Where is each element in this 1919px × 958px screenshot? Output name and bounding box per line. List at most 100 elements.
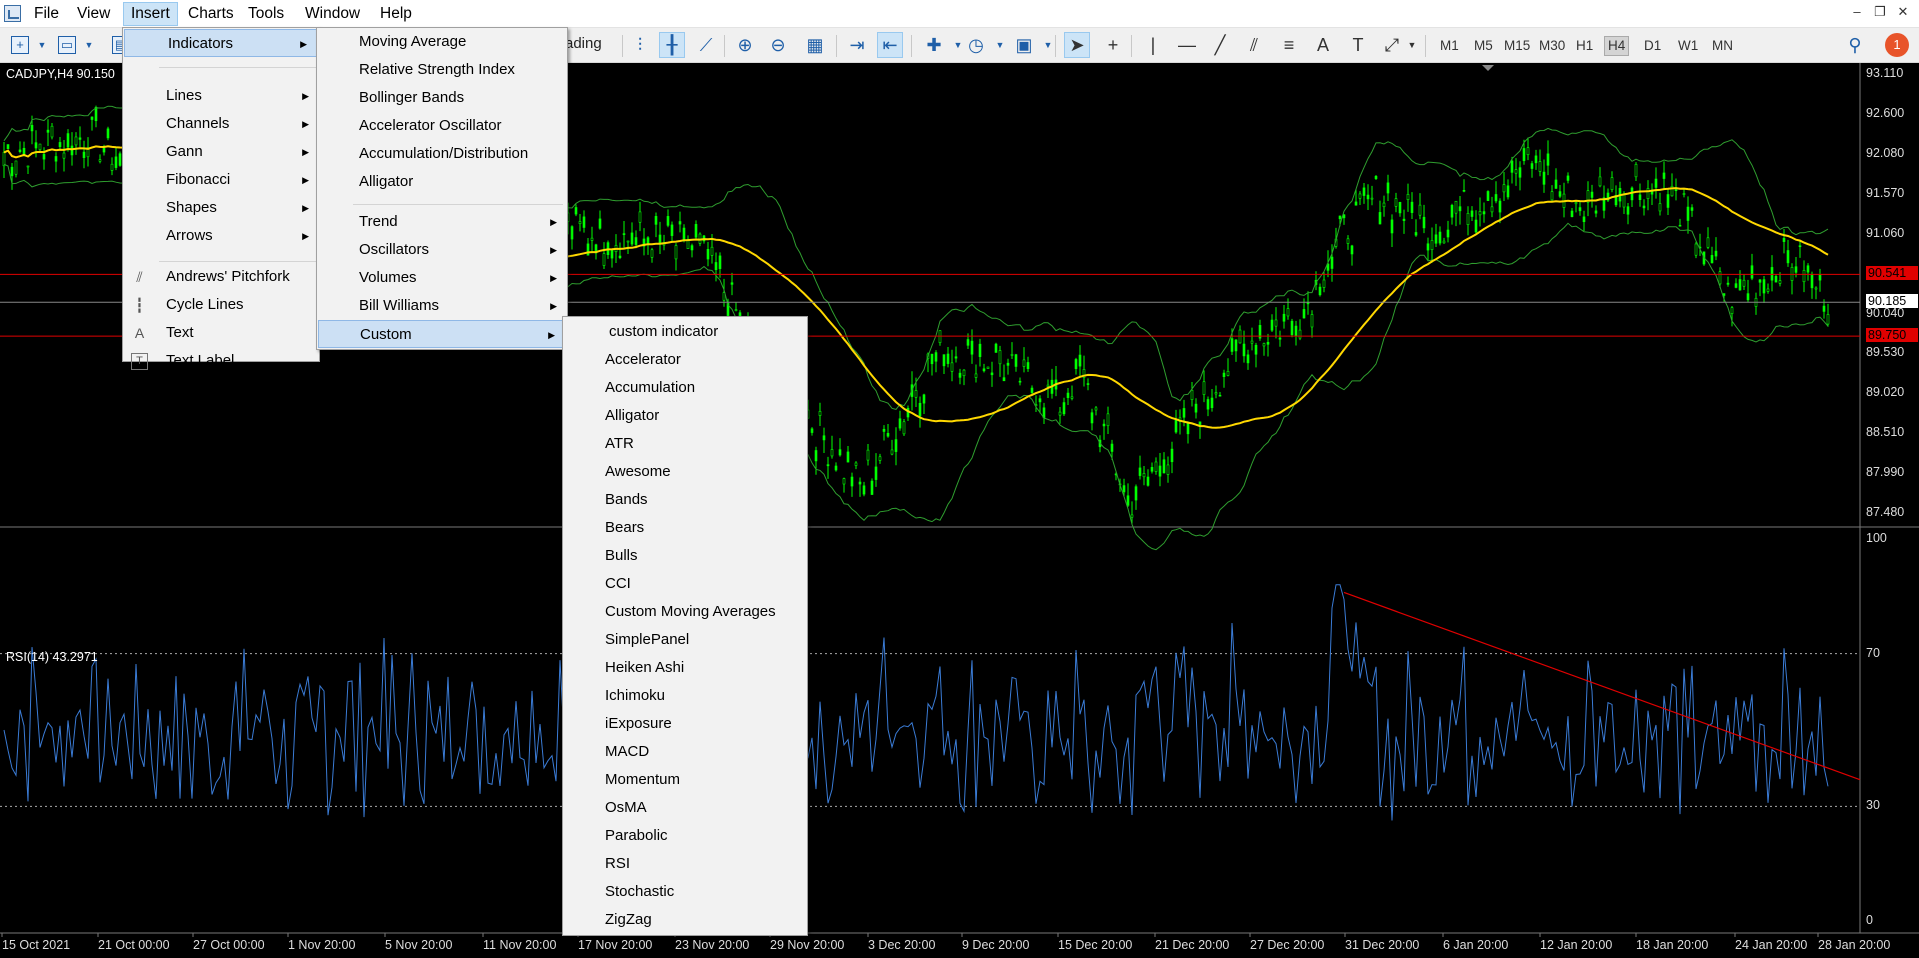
menu-item-rsi[interactable]: RSI (563, 850, 807, 878)
tf-h4[interactable]: H4 (1603, 36, 1630, 56)
tile-windows-icon[interactable]: ▦ (803, 33, 827, 57)
candle-body (870, 480, 874, 495)
notification-badge[interactable]: 1 (1885, 33, 1909, 57)
search-icon[interactable]: ⚲ (1843, 33, 1867, 57)
indicators-icon[interactable]: ✚ (922, 33, 946, 57)
menu-item-stochastic[interactable]: Stochastic (563, 878, 807, 906)
menu-item-bulls[interactable]: Bulls (563, 542, 807, 570)
new-chart-icon[interactable]: + (11, 36, 29, 54)
trendline-icon[interactable]: ╱ (1208, 33, 1232, 57)
menu-item-accelerator-oscillator[interactable]: Accelerator Oscillator (317, 112, 567, 140)
menu-item-bands[interactable]: Bands (563, 486, 807, 514)
tf-m5[interactable]: M5 (1471, 37, 1496, 55)
menu-item-cci[interactable]: CCI (563, 570, 807, 598)
menu-file[interactable]: File (27, 2, 66, 26)
line-chart-icon[interactable]: ⟋ (694, 33, 718, 57)
candle-body (622, 233, 626, 235)
fibonacci-icon[interactable]: ≡ (1277, 33, 1301, 57)
minimize-icon[interactable]: – (1846, 4, 1868, 19)
menu-item-shapes[interactable]: Shapes ▶ (123, 194, 319, 222)
menu-view[interactable]: View (70, 2, 117, 26)
menu-item-custom-moving-averages[interactable]: Custom Moving Averages (563, 598, 807, 626)
chevron-down-icon[interactable]: ▼ (1400, 33, 1424, 57)
menu-item-text-label[interactable]: T Text Label (123, 347, 319, 370)
rsi-axis-label: 70 (1866, 645, 1880, 660)
text-label-icon[interactable]: T (1346, 33, 1370, 57)
tf-mn[interactable]: MN (1709, 37, 1736, 55)
menu-item-iexposure[interactable]: iExposure (563, 710, 807, 738)
menu-item-macd[interactable]: MACD (563, 738, 807, 766)
menu-item-accelerator[interactable]: Accelerator (563, 346, 807, 374)
menu-item-indicators[interactable]: Indicators ▶ (124, 29, 318, 57)
menu-item-moving-average[interactable]: Moving Average (317, 28, 567, 56)
menu-charts[interactable]: Charts (181, 2, 241, 26)
menu-item-zigzag[interactable]: ZigZag (563, 906, 807, 934)
menu-item-oscillators[interactable]: Oscillators ▶ (317, 236, 567, 264)
candlestick-icon[interactable]: ╂ (659, 32, 685, 58)
menu-item-awesome[interactable]: Awesome (563, 458, 807, 486)
menu-item-osma[interactable]: OsMA (563, 794, 807, 822)
menu-tools[interactable]: Tools (241, 2, 291, 26)
menu-item-accumulation[interactable]: Accumulation (563, 374, 807, 402)
chevron-down-icon[interactable]: ▼ (30, 33, 54, 57)
zoom-in-icon[interactable]: ⊕ (733, 33, 757, 57)
menu-item-custom[interactable]: Custom ▶ (318, 320, 566, 348)
candle-body (1166, 464, 1170, 475)
tf-d1[interactable]: D1 (1641, 37, 1664, 55)
tf-m30[interactable]: M30 (1536, 37, 1568, 55)
menu-item-arrows[interactable]: Arrows ▶ (123, 222, 319, 250)
horizontal-line-icon[interactable]: — (1175, 33, 1199, 57)
equidistant-channel-icon[interactable]: ⫽ (1242, 33, 1266, 57)
candle-body (674, 245, 678, 260)
menu-item-alligator[interactable]: Alligator (563, 402, 807, 430)
menu-item-andrews-pitchfork[interactable]: ⫽ Andrews' Pitchfork (123, 263, 319, 291)
auto-scroll-icon[interactable]: ⇥ (845, 33, 869, 57)
menu-item-text[interactable]: A Text (123, 319, 319, 347)
menu-item-parabolic[interactable]: Parabolic (563, 822, 807, 850)
menu-help[interactable]: Help (373, 2, 419, 26)
templates-icon[interactable]: ▣ (1012, 33, 1036, 57)
chart-shift-icon[interactable]: ⇤ (877, 32, 903, 58)
candle-body (30, 125, 34, 132)
menu-item-atr[interactable]: ATR (563, 430, 807, 458)
close-icon[interactable]: ✕ (1892, 4, 1914, 20)
menu-item-accumulation-distribution[interactable]: Accumulation/Distribution (317, 140, 567, 168)
crosshair-icon[interactable]: + (1101, 33, 1125, 57)
menu-item-volumes[interactable]: Volumes ▶ (317, 264, 567, 292)
tf-w1[interactable]: W1 (1675, 37, 1701, 55)
menu-item-ichimoku[interactable]: Ichimoku (563, 682, 807, 710)
bar-chart-icon[interactable]: ⫶ (628, 33, 652, 57)
menu-item-simplepanel[interactable]: SimplePanel (563, 626, 807, 654)
tf-m15[interactable]: M15 (1501, 37, 1533, 55)
menu-item-bill-williams[interactable]: Bill Williams ▶ (317, 292, 567, 320)
menu-item-gann[interactable]: Gann ▶ (123, 138, 319, 166)
menu-item-bollinger-bands[interactable]: Bollinger Bands (317, 84, 567, 112)
menu-item-cycle-lines[interactable]: ┇ Cycle Lines (123, 291, 319, 319)
candle-body (1142, 473, 1146, 478)
menu-window[interactable]: Window (298, 2, 367, 26)
chevron-down-icon[interactable]: ▼ (1036, 33, 1060, 57)
chevron-down-icon[interactable]: ▼ (988, 33, 1012, 57)
menu-item-fibonacci[interactable]: Fibonacci ▶ (123, 166, 319, 194)
text-icon[interactable]: A (1311, 33, 1335, 57)
menu-item-bears[interactable]: Bears (563, 514, 807, 542)
menu-item-momentum[interactable]: Momentum (563, 766, 807, 794)
tf-h1[interactable]: H1 (1573, 37, 1596, 55)
restore-icon[interactable]: ❐ (1869, 4, 1891, 20)
menu-item-custom-indicator[interactable]: custom indicator (563, 318, 807, 346)
periods-icon[interactable]: ◷ (964, 33, 988, 57)
menu-item-alligator[interactable]: Alligator (317, 168, 567, 196)
zoom-out-icon[interactable]: ⊖ (766, 33, 790, 57)
tf-m1[interactable]: M1 (1437, 37, 1462, 55)
menu-item-channels[interactable]: Channels ▶ (123, 110, 319, 138)
chevron-down-icon[interactable]: ▼ (77, 33, 101, 57)
candle-body (1626, 206, 1630, 215)
cursor-icon[interactable]: ➤ (1064, 32, 1090, 58)
menu-item-trend[interactable]: Trend ▶ (317, 208, 567, 236)
vertical-line-icon[interactable]: | (1141, 33, 1165, 57)
menu-item-heiken-ashi[interactable]: Heiken Ashi (563, 654, 807, 682)
menu-item-lines[interactable]: Lines ▶ (123, 82, 319, 110)
profiles-icon[interactable]: ▭ (58, 36, 76, 54)
menu-item-rsi[interactable]: Relative Strength Index (317, 56, 567, 84)
menu-insert[interactable]: Insert (123, 2, 178, 26)
